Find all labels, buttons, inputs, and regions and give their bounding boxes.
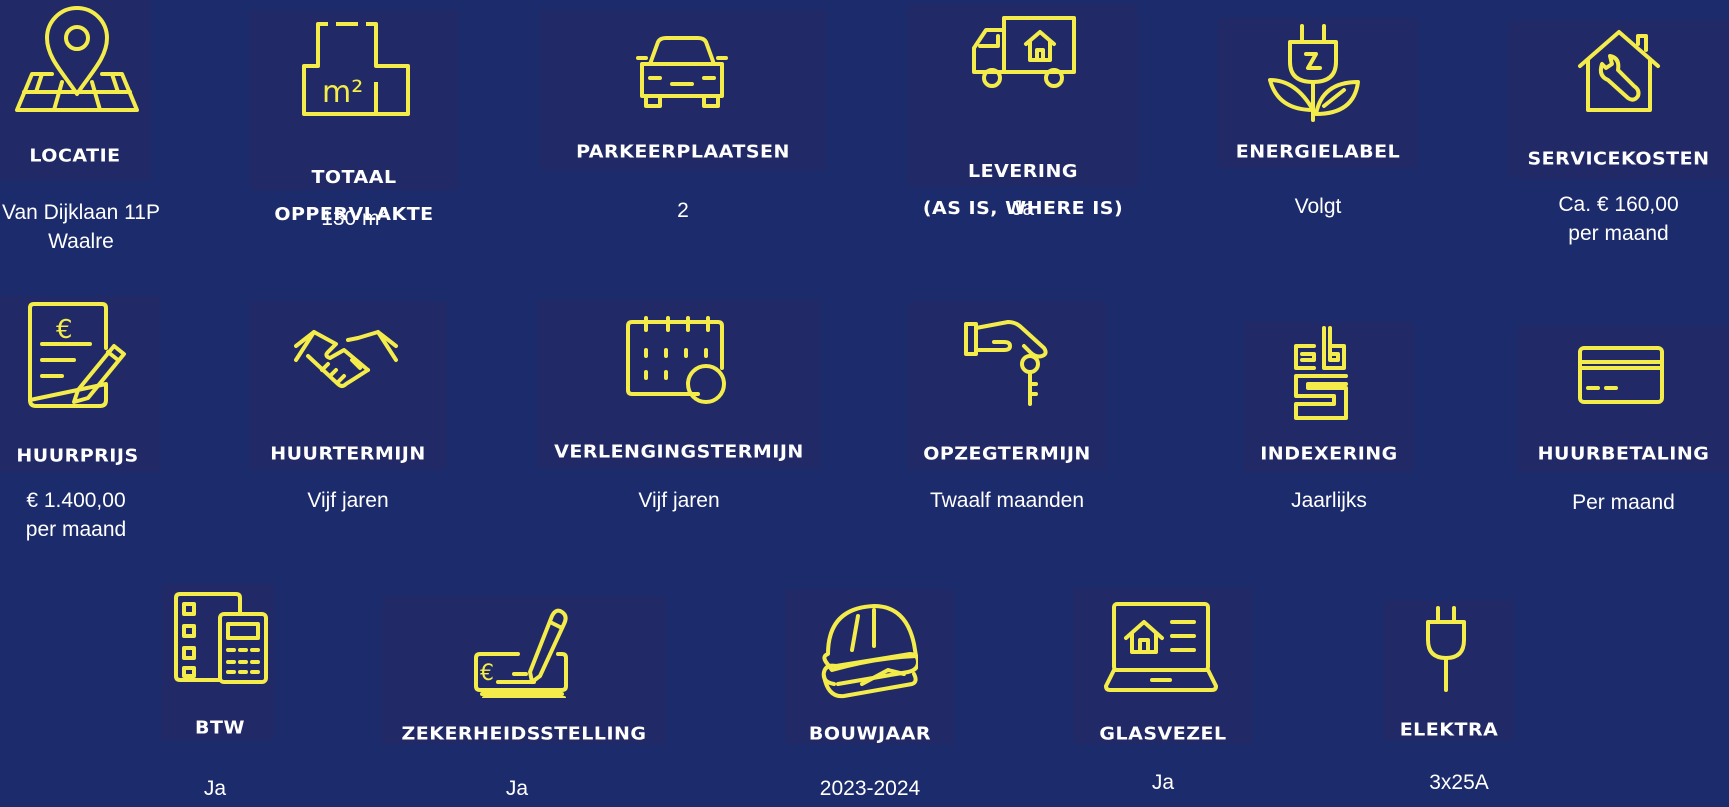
- label-huurbetaling: HUURBETALING: [1537, 443, 1710, 465]
- value-verlengingstermijn: Vijf jaren: [638, 489, 720, 512]
- label-servicekosten: SERVICEKOSTEN: [1527, 148, 1710, 170]
- label-elektra: ELEKTRA: [1399, 719, 1499, 741]
- car-icon: [636, 34, 728, 110]
- handshake-icon: [294, 320, 398, 390]
- credit-card-icon: [1578, 346, 1664, 404]
- map-pin-icon: [14, 4, 140, 116]
- svg-text:€: €: [56, 315, 73, 345]
- value-energielabel: Volgt: [1294, 195, 1342, 218]
- value-elektra: 3x25A: [1429, 771, 1489, 794]
- hand-key-icon: [964, 318, 1050, 406]
- value-line: per maand: [1568, 222, 1669, 245]
- value-huurbetaling: Per maand: [1572, 491, 1675, 514]
- svg-text:m²: m²: [322, 75, 363, 110]
- svg-text:€: €: [480, 661, 494, 686]
- delivery-truck-icon: [970, 16, 1076, 90]
- value-btw: Ja: [203, 777, 227, 800]
- calculator-list-icon: [174, 592, 268, 686]
- house-wrench-icon: [1576, 28, 1662, 114]
- value-line: € 1.400,00: [26, 489, 126, 512]
- value-servicekosten: Ca. € 160,00 per maand: [1508, 190, 1729, 248]
- label-huurprijs: HUURPRIJS: [16, 445, 139, 467]
- label-opzegtermijn: OPZEGTERMIJN: [923, 443, 1091, 465]
- value-levering: Ja: [1011, 197, 1035, 220]
- value-totaal-oppervlakte: 130 m2: [250, 198, 458, 233]
- floor-area-icon: m²: [300, 22, 412, 118]
- value-line: Ca. € 160,00: [1558, 193, 1679, 216]
- value-line: per maand: [25, 518, 127, 541]
- value-parkeerplaatsen: 2: [677, 199, 689, 222]
- laptop-house-icon: [1104, 602, 1218, 692]
- value-superscript: 2: [379, 205, 387, 220]
- value-bouwjaar: 2023-2024: [819, 777, 921, 800]
- value-line: Waalre: [48, 230, 114, 253]
- plug-icon: [1424, 606, 1468, 692]
- label-energielabel: ENERGIELABEL: [1235, 141, 1401, 163]
- value-huurtermijn: Vijf jaren: [307, 489, 389, 512]
- label-indexering: INDEXERING: [1260, 443, 1398, 465]
- cheque-pen-icon: €: [474, 602, 570, 698]
- label-verlengingstermijn: VERLENGINGSTERMIJN: [554, 441, 804, 463]
- invoice-pen-icon: €: [26, 302, 130, 408]
- value-indexering: Jaarlijks: [1291, 489, 1367, 512]
- plug-leaf-icon: [1266, 24, 1370, 122]
- value-zekerheidsstelling: Ja: [505, 777, 529, 800]
- value-line: Van Dijklaan 11P: [2, 201, 160, 224]
- label-locatie: LOCATIE: [29, 145, 121, 167]
- value-huurprijs: € 1.400,00 per maand: [0, 486, 152, 544]
- label-line: LEVERING: [968, 161, 1078, 182]
- label-btw: BTW: [195, 717, 245, 739]
- hardhat-blueprint-icon: [814, 598, 918, 702]
- cbs-logo-icon: [1292, 326, 1350, 420]
- value-locatie: Van Dijklaan 11P Waalre: [0, 198, 162, 256]
- label-huurtermijn: HUURTERMIJN: [270, 443, 426, 465]
- label-bouwjaar: BOUWJAAR: [808, 723, 932, 745]
- label-parkeerplaatsen: PARKEERPLAATSEN: [576, 141, 790, 163]
- calendar-icon: [626, 316, 730, 406]
- label-glasvezel: GLASVEZEL: [1099, 723, 1227, 745]
- value-opzegtermijn: Twaalf maanden: [929, 489, 1085, 512]
- value-number: 130 m: [321, 207, 380, 230]
- label-zekerheidsstelling: ZEKERHEIDSSTELLING: [401, 723, 647, 745]
- label-line: TOTAAL: [311, 167, 397, 188]
- value-glasvezel: Ja: [1151, 771, 1175, 794]
